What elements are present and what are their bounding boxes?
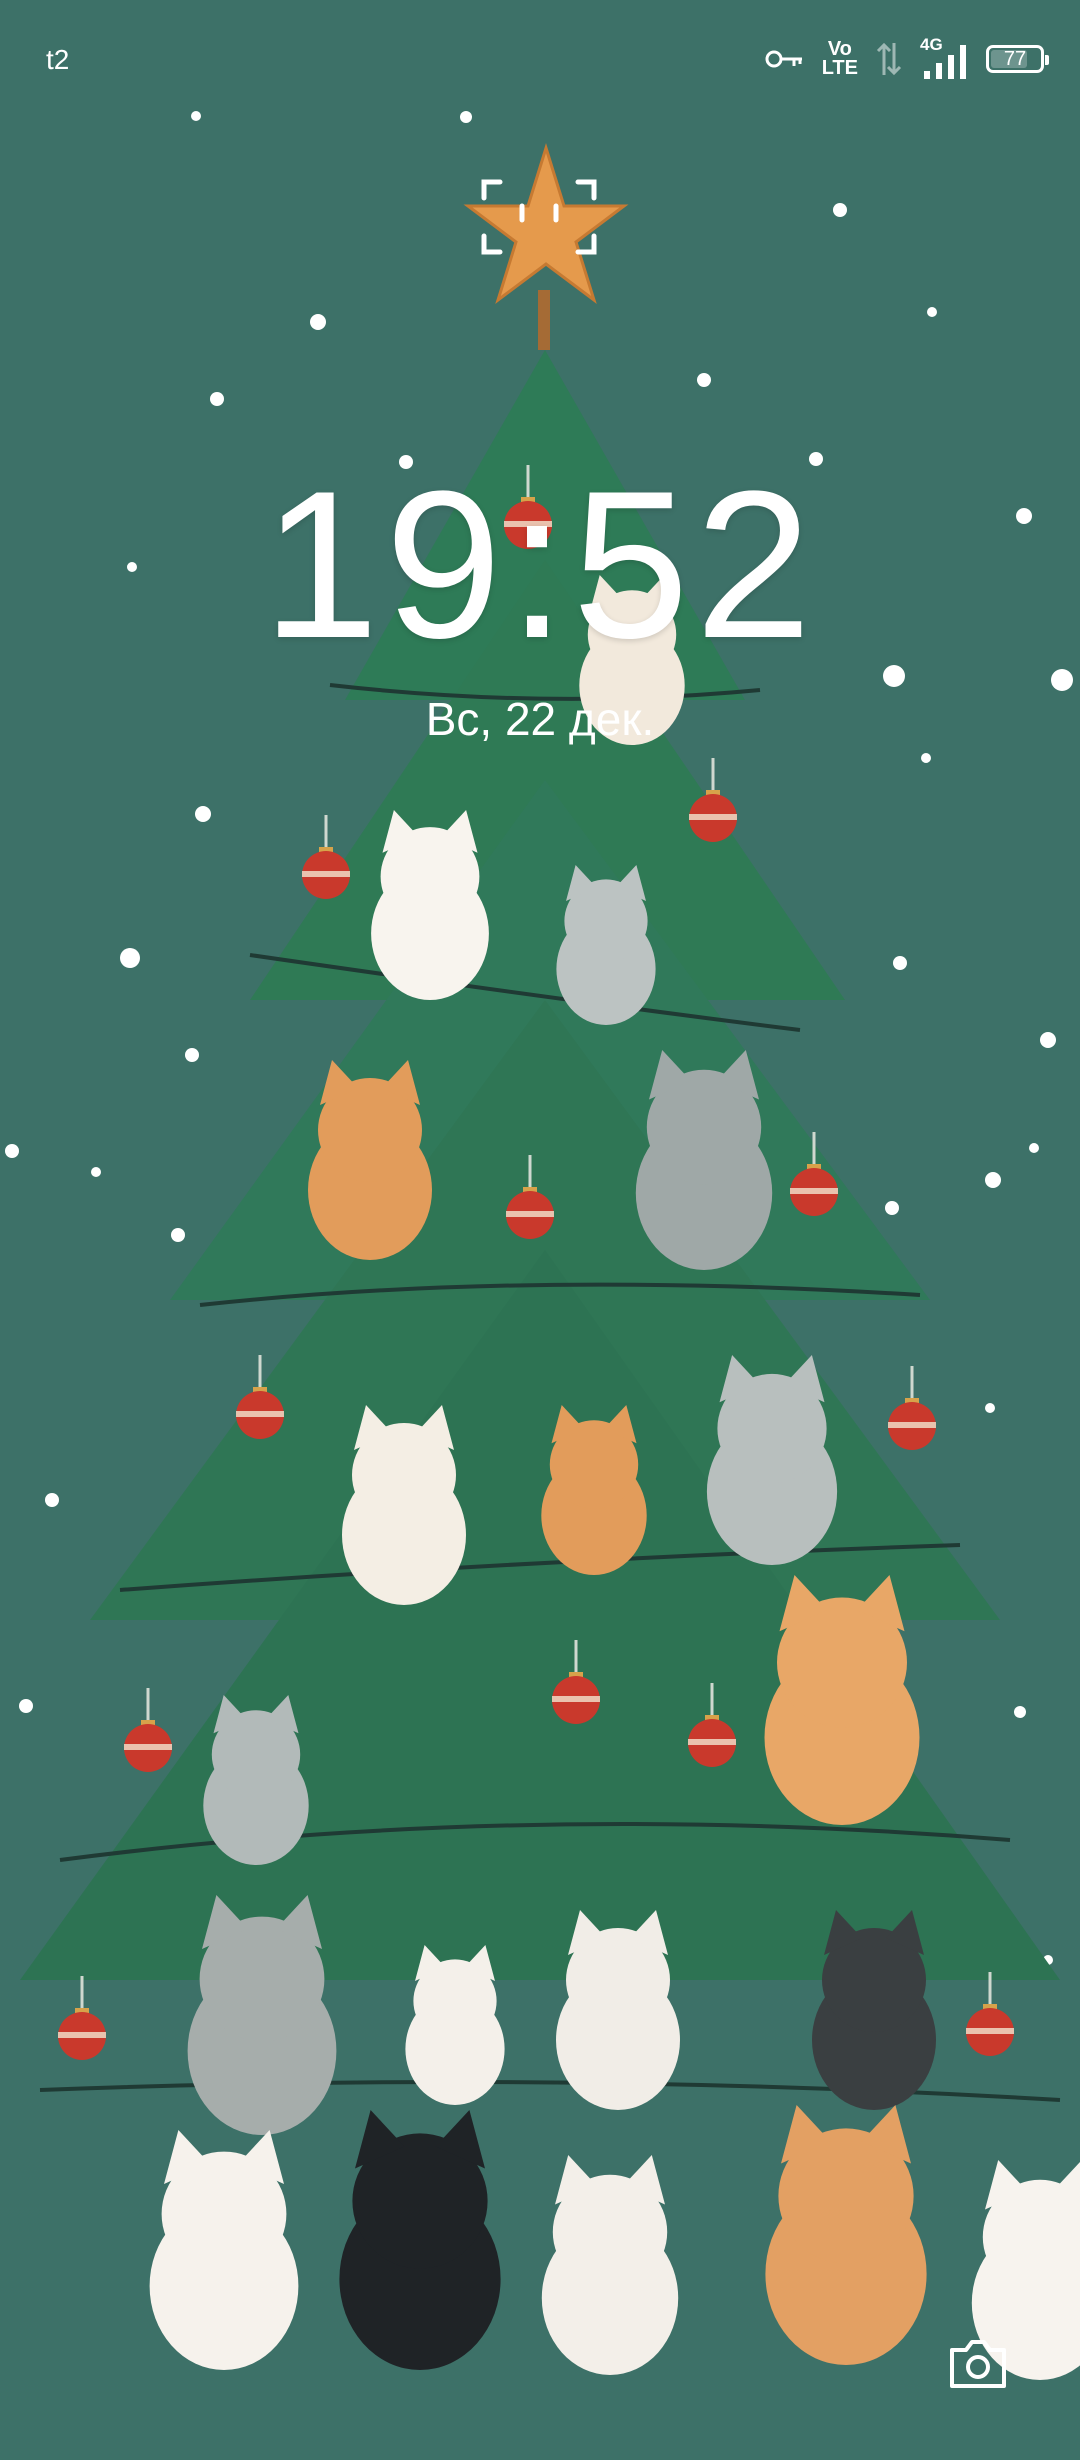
status-icons: Vo LTE 4G 77 xyxy=(764,34,1049,84)
signal-strength-icon xyxy=(924,45,966,79)
carrier-name: t2 xyxy=(46,44,70,75)
data-arrows-icon xyxy=(876,42,902,76)
volte-bottom-label: LTE xyxy=(821,57,858,79)
lock-screen-clock: 19:52 xyxy=(262,447,818,682)
face-unlock-icon xyxy=(481,179,597,255)
wallpaper xyxy=(0,111,1080,2460)
volte-indicator: Vo LTE xyxy=(821,39,858,79)
lock-screen-date: Вс, 22 дек. xyxy=(425,693,655,745)
battery-level-text: 77 xyxy=(1003,48,1027,70)
battery-indicator: 77 xyxy=(986,45,1049,73)
camera-icon[interactable] xyxy=(946,2336,1010,2392)
key-icon xyxy=(765,50,802,68)
status-bar: t2 Vo LTE 4G 77 xyxy=(0,0,1080,120)
signal-indicator: 4G xyxy=(920,35,968,81)
